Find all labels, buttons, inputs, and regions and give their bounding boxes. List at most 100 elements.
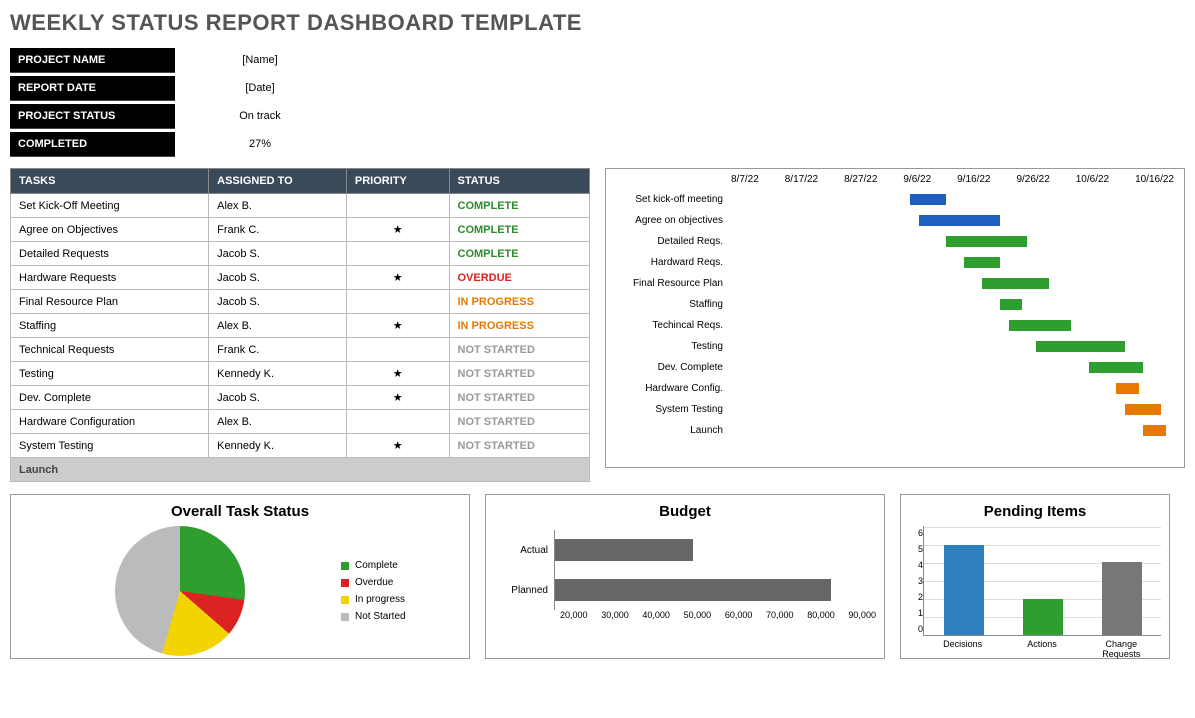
gantt-date: 10/16/22	[1135, 174, 1174, 185]
legend-complete: Complete	[355, 560, 398, 571]
gantt-bar	[1116, 383, 1138, 394]
info-value-0: [Name]	[175, 54, 345, 66]
budget-title: Budget	[494, 503, 876, 520]
gantt-row: Launch	[611, 420, 1179, 441]
budget-label-planned: Planned	[494, 585, 554, 596]
pending-x-2: Change Requests	[1091, 639, 1151, 659]
budget-tick: 40,000	[642, 610, 670, 620]
task-name: Agree on Objectives	[11, 218, 209, 242]
gantt-row: Final Resource Plan	[611, 273, 1179, 294]
priority-star-icon	[346, 410, 449, 434]
gantt-bar	[982, 278, 1049, 289]
gantt-task-label: Agree on objectives	[611, 215, 731, 226]
page-title: WEEKLY STATUS REPORT DASHBOARD TEMPLATE	[10, 10, 1185, 36]
pending-ytick: 2	[909, 592, 923, 602]
assigned-to: Jacob S.	[209, 266, 347, 290]
gantt-task-label: System Testing	[611, 404, 731, 415]
col-status: STATUS	[449, 169, 590, 194]
status-badge: NOT STARTED	[449, 338, 590, 362]
status-badge: NOT STARTED	[449, 410, 590, 434]
gantt-row: System Testing	[611, 399, 1179, 420]
assigned-to: Alex B.	[209, 314, 347, 338]
tasks-table: TASKSASSIGNED TOPRIORITYSTATUS Set Kick-…	[10, 168, 590, 482]
gantt-bar	[1000, 299, 1022, 310]
gantt-task-label: Hardward Reqs.	[611, 257, 731, 268]
priority-star-icon: ★	[346, 314, 449, 338]
project-info: PROJECT NAME[Name] REPORT DATE[Date] PRO…	[10, 46, 1185, 158]
status-badge: NOT STARTED	[449, 434, 590, 458]
pending-ytick: 0	[909, 624, 923, 634]
budget-tick: 50,000	[684, 610, 712, 620]
budget-tick: 30,000	[601, 610, 629, 620]
pending-ytick: 4	[909, 560, 923, 570]
overall-title: Overall Task Status	[19, 503, 461, 520]
gantt-row: Techincal Reqs.	[611, 315, 1179, 336]
gantt-row: Detailed Reqs.	[611, 231, 1179, 252]
status-badge: IN PROGRESS	[449, 290, 590, 314]
gantt-date: 9/26/22	[1016, 174, 1049, 185]
gantt-task-label: Final Resource Plan	[611, 278, 731, 289]
gantt-bar	[1125, 404, 1161, 415]
priority-star-icon	[346, 242, 449, 266]
task-name: Detailed Requests	[11, 242, 209, 266]
pending-ytick: 3	[909, 576, 923, 586]
assigned-to: Frank C.	[209, 338, 347, 362]
budget-tick: 20,000	[560, 610, 588, 620]
legend-notstarted: Not Started	[355, 611, 406, 622]
task-name: Hardware Configuration	[11, 410, 209, 434]
status-badge: NOT STARTED	[449, 362, 590, 386]
table-row: System TestingKennedy K.★NOT STARTED	[11, 434, 590, 458]
gantt-bar	[946, 236, 1027, 247]
gantt-row: Set kick-off meeting	[611, 189, 1179, 210]
budget-tick: 90,000	[848, 610, 876, 620]
task-name: Final Resource Plan	[11, 290, 209, 314]
gantt-task-label: Staffing	[611, 299, 731, 310]
gantt-row: Hardward Reqs.	[611, 252, 1179, 273]
status-badge: IN PROGRESS	[449, 314, 590, 338]
assigned-to: Alex B.	[209, 194, 347, 218]
assigned-to: Jacob S.	[209, 242, 347, 266]
pending-x-1: Actions	[1012, 639, 1072, 659]
pending-x-0: Decisions	[933, 639, 993, 659]
legend-inprogress: In progress	[355, 594, 405, 605]
col-priority: PRIORITY	[346, 169, 449, 194]
assigned-to: Jacob S.	[209, 386, 347, 410]
table-row: StaffingAlex B.★IN PROGRESS	[11, 314, 590, 338]
gantt-bar	[919, 215, 1000, 226]
overall-task-status-chart: Overall Task Status Complete Overdue In …	[10, 494, 470, 659]
budget-label-actual: Actual	[494, 545, 554, 556]
assigned-to: Frank C.	[209, 218, 347, 242]
status-badge: COMPLETE	[449, 194, 590, 218]
task-name: Technical Requests	[11, 338, 209, 362]
assigned-to: Kennedy K.	[209, 434, 347, 458]
task-name: Staffing	[11, 314, 209, 338]
gantt-task-label: Detailed Reqs.	[611, 236, 731, 247]
task-name: Hardware Requests	[11, 266, 209, 290]
table-row: Agree on ObjectivesFrank C.★COMPLETE	[11, 218, 590, 242]
budget-tick: 70,000	[766, 610, 794, 620]
status-badge: COMPLETE	[449, 242, 590, 266]
priority-star-icon	[346, 290, 449, 314]
pending-bar-actions	[1023, 599, 1063, 635]
priority-star-icon: ★	[346, 362, 449, 386]
gantt-date: 10/6/22	[1076, 174, 1109, 185]
gantt-task-label: Techincal Reqs.	[611, 320, 731, 331]
info-label-1: REPORT DATE	[10, 76, 175, 101]
gantt-bar	[910, 194, 946, 205]
pending-bar-change	[1102, 562, 1142, 635]
assigned-to: Jacob S.	[209, 290, 347, 314]
gantt-row: Testing	[611, 336, 1179, 357]
table-row: Dev. CompleteJacob S.★NOT STARTED	[11, 386, 590, 410]
gantt-bar	[1089, 362, 1143, 373]
pie-graphic	[115, 526, 245, 656]
priority-star-icon: ★	[346, 386, 449, 410]
gantt-date: 9/6/22	[903, 174, 931, 185]
gantt-date: 9/16/22	[957, 174, 990, 185]
table-row: Hardware ConfigurationAlex B.NOT STARTED	[11, 410, 590, 434]
col-tasks: TASKS	[11, 169, 209, 194]
pending-bar-decisions	[944, 545, 984, 635]
priority-star-icon	[346, 338, 449, 362]
status-badge: OVERDUE	[449, 266, 590, 290]
gantt-date: 8/17/22	[785, 174, 818, 185]
info-label-0: PROJECT NAME	[10, 48, 175, 73]
